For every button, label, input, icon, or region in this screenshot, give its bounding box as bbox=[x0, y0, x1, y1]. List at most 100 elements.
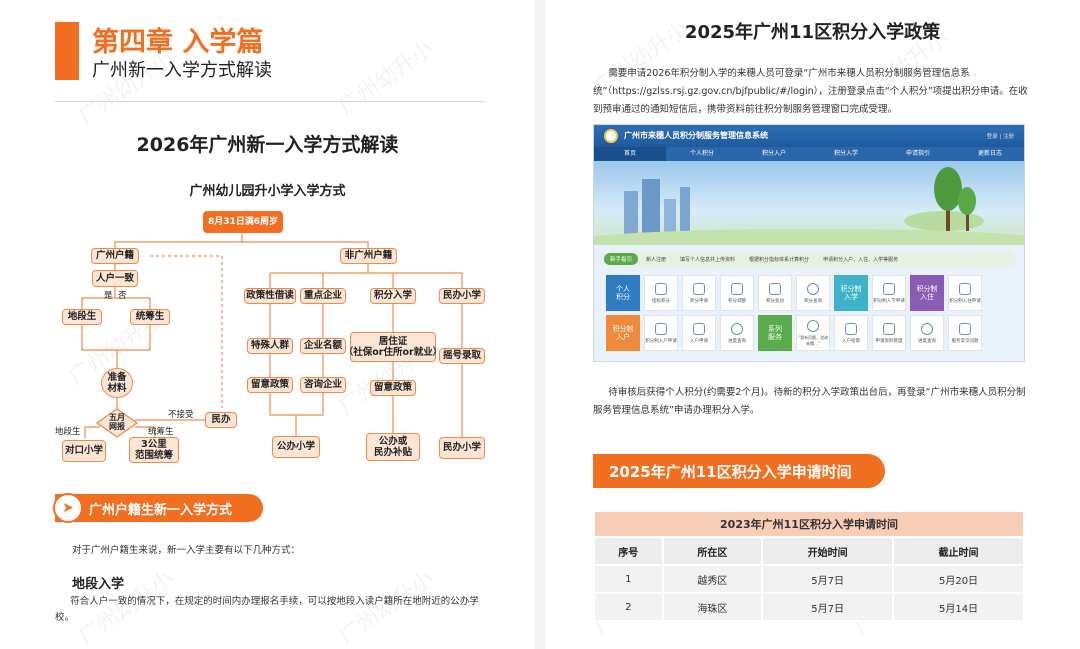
portal-name: 广州市来穗人员积分制服务管理信息系统 bbox=[624, 131, 768, 140]
flow-residence: 居住证 （社保or住所or就业） bbox=[344, 332, 442, 362]
left-page: 广州幼升小 广州幼升小 广州幼升小 广州幼升小 广州幼升小 广州幼升小 第四章 … bbox=[0, 0, 535, 649]
flow-special: 特殊人群 bbox=[247, 338, 293, 354]
portal-tile-label: 服务常见问题 bbox=[951, 338, 979, 344]
portal-tile-label: 入户指南 bbox=[842, 338, 860, 344]
table-row: 2 海珠区 5月7日 5月14日 bbox=[593, 592, 1025, 622]
compass-icon: ➤ bbox=[53, 493, 83, 523]
portal-tile-label: 进度查询 bbox=[918, 338, 936, 344]
flowchart-connectors bbox=[81, 234, 463, 438]
portal-tile: 积分制入住申请 bbox=[948, 275, 982, 311]
section-heading: 地段入学 bbox=[72, 577, 125, 592]
portal-nav-item: 首页 bbox=[594, 147, 666, 161]
flow-ent-quota: 企业名额 bbox=[300, 338, 346, 354]
flow-consistent: 人户一致 bbox=[92, 270, 138, 287]
table-cell: 2 bbox=[593, 592, 664, 622]
flow-private-school-2: 民办小学 bbox=[439, 437, 485, 459]
intro-text: 对于广州户籍生来说，新一入学主要有以下几种方式： bbox=[72, 545, 301, 556]
document-icon bbox=[655, 322, 667, 335]
flow-range-coord: 3公里 范围统筹 bbox=[129, 437, 179, 463]
flow-consult-enterprise: 咨询企业 bbox=[300, 377, 346, 393]
table-cell: 越秀区 bbox=[661, 564, 764, 594]
portal-hero-image bbox=[594, 161, 1024, 253]
portal-steps-label: 新手指引 bbox=[604, 253, 639, 265]
portal-tile-label: 积分调整 bbox=[728, 298, 746, 304]
right-page: 广州幼升小 广州幼升小 广州幼升小 广州幼升小 2025年广州11区积分入学政策… bbox=[545, 0, 1080, 649]
page-title: 2025年广州11区积分入学政策 bbox=[684, 22, 941, 43]
section-banner: 2025年广州11区积分入学申请时间 bbox=[593, 454, 885, 488]
portal-big-tile: 积分制 入住 bbox=[910, 275, 944, 311]
portal-tile-label: 积分变动 bbox=[766, 298, 784, 304]
portal-nav-item: 积分入户 bbox=[761, 150, 786, 157]
portal-big-tile: 个人 积分 bbox=[606, 275, 640, 311]
portal-tile-label: 积分制入住申请 bbox=[949, 298, 981, 304]
portal-tile: 申请资料管理 bbox=[872, 315, 906, 351]
portal-tile: 入户申请 bbox=[682, 315, 716, 351]
emblem-icon bbox=[604, 129, 618, 143]
flow-prepare-materials: 准备 材料 bbox=[101, 368, 133, 398]
flow-gz-hukou: 广州户籍 bbox=[91, 248, 139, 264]
portal-nav-item: 个人积分 bbox=[689, 150, 714, 157]
portal-tile: 积分查询 bbox=[796, 275, 830, 311]
flow-district-label: 地段生 bbox=[55, 427, 81, 437]
instruction-text: 需要申请2026年积分制入学的来穗人员可登录“广州市来穗人员积分制服务管理信息系… bbox=[593, 68, 1028, 116]
flow-policy-stay-2: 留意政策 bbox=[370, 380, 416, 396]
city-skyline-illustration bbox=[594, 167, 1024, 253]
flow-root-age: 8月31日满6周岁 bbox=[203, 211, 283, 233]
portal-tile: 积分变动 bbox=[758, 275, 792, 311]
table-cell: 5月20日 bbox=[892, 564, 1025, 594]
table-header: 所在区 bbox=[661, 536, 764, 566]
table-cell: 1 bbox=[593, 564, 664, 594]
section-banner: 广州户籍生新一入学方式 bbox=[55, 494, 263, 522]
portal-tile-label: 积分申请 bbox=[690, 298, 708, 304]
portal-step: 申请积分入户、入住、入学等服务 bbox=[823, 256, 899, 263]
portal-tile-label: 申请资料管理 bbox=[875, 338, 903, 344]
portal-tile-label: 积分制入学申请 bbox=[873, 298, 905, 304]
flow-points: 积分入学 bbox=[370, 288, 416, 304]
flow-not-accepted-label: 不接受 bbox=[168, 410, 194, 420]
table-cell: 5月7日 bbox=[761, 592, 895, 622]
table-header: 开始时间 bbox=[761, 536, 895, 566]
flow-lottery: 摇号录取 bbox=[439, 348, 485, 364]
portal-tile-label: “我有问题，咨询来穗…” bbox=[797, 334, 829, 346]
portal-header: 广州市来穗人员积分制服务管理信息系统 登录 | 注册 bbox=[594, 125, 1024, 147]
flow-coordinated-student: 统筹生 bbox=[130, 309, 170, 325]
document-icon bbox=[655, 282, 667, 295]
portal-tile-label: 进度查询 bbox=[728, 338, 746, 344]
portal-steps-bar: 新手指引 新人注册 填写个人信息并上传资料 根据积分指标体系计算积分 申请积分入… bbox=[604, 251, 1016, 267]
flow-matched-school: 对口小学 bbox=[62, 440, 106, 462]
document-icon bbox=[845, 322, 857, 335]
followup-text: 待审核后获得个人积分(约需要2个月)。待新的积分入学政策出台后，再登录“广州市来… bbox=[593, 387, 1026, 417]
table-cell: 海珠区 bbox=[661, 592, 764, 622]
portal-tile: 指标积分 bbox=[644, 275, 678, 311]
portal-tile: 积分制入户申请 bbox=[644, 315, 678, 351]
portal-nav-item: 积分入学 bbox=[833, 150, 858, 157]
portal-tile: 服务常见问题 bbox=[948, 315, 982, 351]
table-caption: 2023年广州11区积分入学申请时间 bbox=[593, 510, 1025, 538]
portal-tile: 积分制入学申请 bbox=[872, 275, 906, 311]
flow-yes-label: 是 bbox=[104, 291, 113, 301]
portal-tile: 积分申请 bbox=[682, 275, 716, 311]
portal-step: 根据积分指标体系计算积分 bbox=[749, 256, 810, 263]
portal-tile-label: 积分制入户申请 bbox=[645, 338, 677, 344]
flow-private-school: 民办小学 bbox=[439, 288, 485, 304]
portal-tile: 进度查询 bbox=[910, 315, 944, 351]
portal-nav-item: 申请指引 bbox=[905, 150, 930, 157]
portal-login: 登录 | 注册 bbox=[986, 134, 1014, 140]
chat-icon bbox=[959, 322, 971, 335]
portal-tile: 积分调整 bbox=[720, 275, 754, 311]
portal-tile: 进度查询 bbox=[720, 315, 754, 351]
table-cell: 5月7日 bbox=[761, 564, 895, 594]
table-header: 序号 bbox=[593, 536, 664, 566]
flow-public-or-subsidy: 公办或 民办补贴 bbox=[366, 433, 420, 461]
clock-icon bbox=[921, 322, 933, 335]
flow-non-gz-hukou: 非广州户籍 bbox=[340, 248, 397, 264]
flow-policy-stay: 留意政策 bbox=[247, 377, 293, 393]
portal-tile-label: 指标积分 bbox=[652, 298, 670, 304]
portal-nav: 首页 个人积分 积分入户 积分入学 申请指引 更新日志 bbox=[594, 147, 1024, 161]
clock-icon bbox=[807, 282, 819, 295]
flow-may-apply: 五月 网报 bbox=[109, 413, 125, 432]
portal-tile-label: 入户申请 bbox=[690, 338, 708, 344]
portal-screenshot: 广州市来穗人员积分制服务管理信息系统 登录 | 注册 首页 个人积分 积分入户 … bbox=[593, 124, 1025, 362]
star-icon bbox=[883, 282, 895, 295]
user-icon bbox=[807, 319, 819, 332]
